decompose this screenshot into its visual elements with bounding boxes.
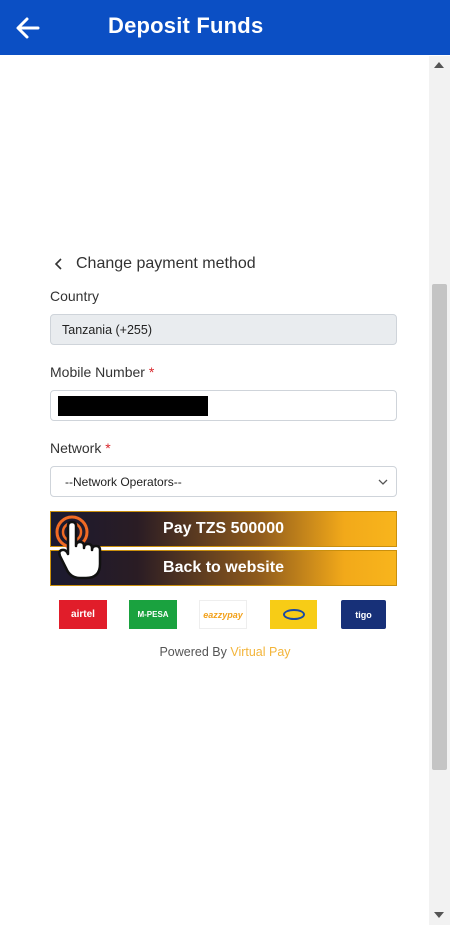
network-label: Network * <box>50 440 111 456</box>
page-title: Deposit Funds <box>108 13 264 38</box>
mpesa-logo: M-PESA <box>129 600 177 629</box>
app-bar: Deposit Funds <box>0 0 450 55</box>
mtn-logo <box>270 600 317 629</box>
arrow-left-icon[interactable] <box>14 14 42 42</box>
powered-by-text: Powered By <box>159 645 227 659</box>
eazzypay-logo: eazzy pay <box>199 600 247 629</box>
eazzypay-logo-text-b: pay <box>227 609 243 620</box>
network-select-value: --Network Operators-- <box>65 474 182 489</box>
tigopesa-logo: tigo <box>341 600 386 629</box>
airtel-logo: airtel <box>59 600 107 629</box>
pay-button-label: Pay TZS 500000 <box>163 520 284 537</box>
mpesa-logo-text: M-PESA <box>137 610 169 619</box>
scroll-up-icon[interactable] <box>434 62 444 68</box>
network-select[interactable]: --Network Operators-- <box>50 466 397 497</box>
mobile-number-input[interactable] <box>50 390 397 421</box>
powered-by-footer: Powered By Virtual Pay <box>0 645 450 659</box>
tigo-logo-text: tigo <box>355 609 372 620</box>
chevron-down-icon <box>378 479 388 485</box>
required-marker: * <box>105 440 111 456</box>
tap-hand-cursor-icon <box>55 515 102 580</box>
eazzypay-logo-text-a: eazzy <box>203 609 228 620</box>
scrollbar-thumb[interactable] <box>432 284 447 770</box>
country-field: Tanzania (+255) <box>50 314 397 345</box>
change-payment-method-link[interactable]: Change payment method <box>52 255 256 273</box>
required-marker: * <box>148 364 155 380</box>
chevron-left-icon <box>54 258 62 270</box>
mobile-number-label-text: Mobile Number <box>50 364 145 380</box>
country-value: Tanzania (+255) <box>62 322 152 337</box>
airtel-logo-text: airtel <box>71 609 95 620</box>
payment-logos: airtel M-PESA eazzy pay tigo <box>0 600 450 630</box>
redacted-mobile-value <box>58 395 208 416</box>
virtual-pay-brand: Virtual Pay <box>230 645 291 659</box>
network-label-text: Network <box>50 440 102 456</box>
change-payment-method-label: Change payment method <box>76 255 256 272</box>
mobile-number-label: Mobile Number * <box>50 364 154 380</box>
back-to-website-label: Back to website <box>163 559 284 576</box>
scroll-down-icon[interactable] <box>434 912 444 918</box>
mtn-oval-icon <box>282 609 305 620</box>
country-label: Country <box>50 288 100 304</box>
